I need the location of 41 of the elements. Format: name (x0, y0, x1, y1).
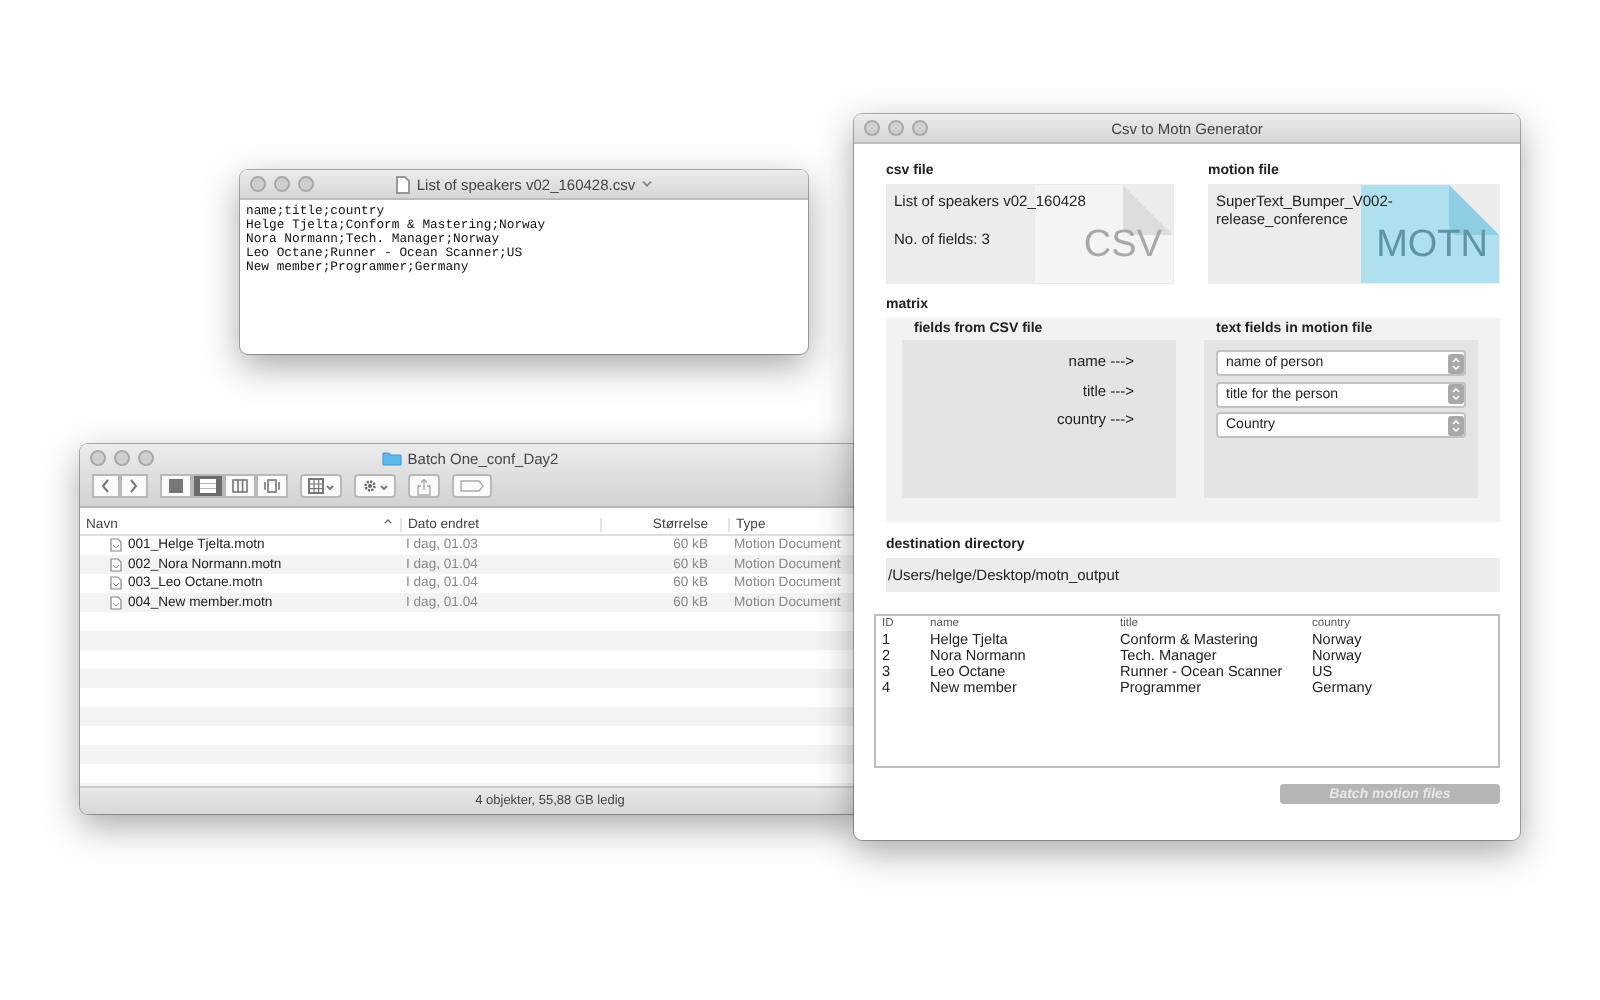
zoom-button[interactable] (298, 176, 314, 192)
minimize-button[interactable] (888, 120, 904, 136)
caret-icon (380, 483, 388, 489)
stepper-icon (1448, 353, 1464, 373)
minimize-button[interactable] (274, 176, 290, 192)
list-icon (200, 478, 216, 494)
file-type-label: CSV (1083, 224, 1162, 268)
zoom-button[interactable] (138, 450, 154, 466)
close-button[interactable] (864, 120, 880, 136)
tag-icon (460, 480, 484, 492)
column-view-button[interactable] (224, 474, 256, 498)
chevron-right-icon (128, 478, 140, 494)
gear-icon (362, 478, 378, 494)
file-icon (110, 576, 122, 591)
folder-icon (381, 450, 402, 466)
close-button[interactable] (250, 176, 266, 192)
cover-flow-button[interactable] (256, 474, 288, 498)
cover-flow-icon (264, 478, 280, 494)
stepper-icon (1448, 415, 1464, 435)
arrange-button[interactable] (300, 474, 342, 498)
forward-button[interactable] (120, 474, 148, 498)
chevron-icon (641, 180, 652, 188)
minimize-button[interactable] (114, 450, 130, 466)
file-icon (110, 557, 122, 572)
zoom-button[interactable] (912, 120, 928, 136)
list-view-button[interactable] (192, 474, 224, 498)
file-type-label: MOTN (1376, 224, 1488, 268)
tags-button[interactable] (452, 474, 492, 498)
close-button[interactable] (90, 450, 106, 466)
share-icon (416, 477, 432, 495)
document-icon (396, 175, 411, 193)
file-icon (110, 538, 122, 553)
file-icon (110, 595, 122, 610)
columns-icon (232, 478, 248, 494)
share-button[interactable] (408, 474, 440, 498)
action-button[interactable] (354, 474, 396, 498)
chevron-left-icon (100, 478, 112, 494)
caret-icon (326, 483, 334, 489)
back-button[interactable] (92, 474, 120, 498)
icon-view-button[interactable] (160, 474, 192, 498)
stepper-icon (1448, 384, 1464, 404)
